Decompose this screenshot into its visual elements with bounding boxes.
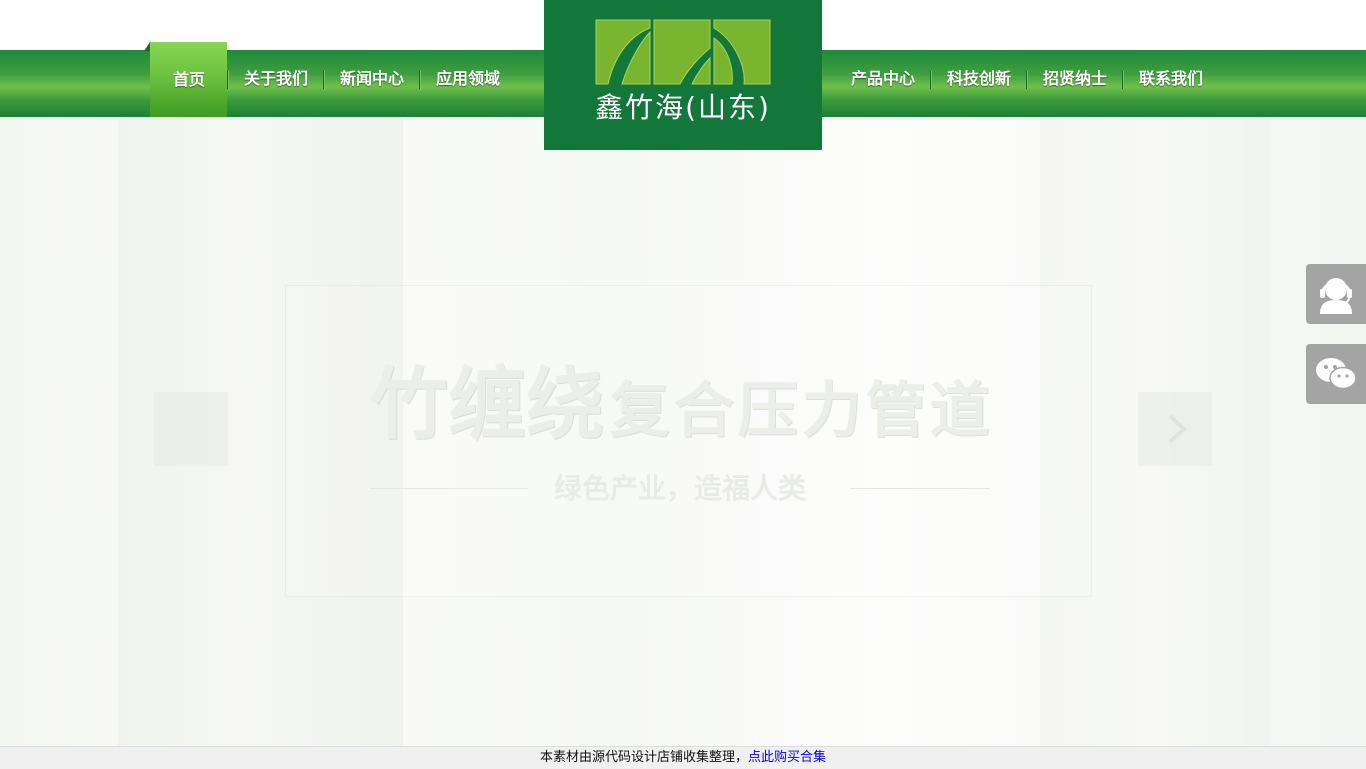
banner-title: 竹缠绕 复合压力管道: [370, 342, 1030, 454]
banner-title-big: 竹缠绕: [370, 360, 605, 450]
headset-icon: [1320, 278, 1352, 314]
footer-buy-link[interactable]: 点此购买合集: [748, 750, 826, 765]
nav-item-products[interactable]: 产品中心: [836, 50, 930, 117]
banner-subtitle: 绿色产业，造福人类: [553, 472, 806, 505]
chevron-right-icon: [1168, 414, 1187, 444]
wechat-icon: [1316, 358, 1357, 390]
nav-item-news[interactable]: 新闻中心: [325, 50, 419, 117]
site-logo[interactable]: 鑫竹海(山东): [544, 0, 822, 150]
wechat-button[interactable]: [1306, 344, 1366, 404]
banner-title-small: 复合压力管道: [609, 376, 994, 446]
logo-text: 鑫竹海(山东): [595, 91, 771, 124]
customer-service-button[interactable]: [1306, 264, 1366, 324]
footer-notice: 本素材由源代码设计店铺收集整理，点此购买合集: [0, 746, 1366, 769]
nav-left-group: 首页 关于我们 新闻中心 应用领域: [143, 41, 515, 118]
subtitle-line-right: [850, 488, 990, 489]
nav-item-applications[interactable]: 应用领域: [421, 50, 515, 117]
slider-next-button[interactable]: [1138, 392, 1212, 466]
nav-item-innovation[interactable]: 科技创新: [932, 50, 1026, 117]
nav-item-careers[interactable]: 招贤纳士: [1028, 50, 1122, 117]
hero-banner: 竹缠绕 复合压力管道 绿色产业，造福人类: [0, 117, 1366, 746]
nav-item-contact[interactable]: 联系我们: [1124, 50, 1218, 117]
nav-item-about[interactable]: 关于我们: [229, 50, 323, 117]
slider-prev-button[interactable]: [154, 392, 228, 466]
nav-item-home[interactable]: 首页: [143, 41, 228, 118]
logo-mark-icon: [595, 19, 771, 85]
nav-right-group: 产品中心 科技创新 招贤纳士 联系我们: [836, 50, 1218, 117]
footer-text: 本素材由源代码设计店铺收集整理，: [539, 750, 748, 765]
